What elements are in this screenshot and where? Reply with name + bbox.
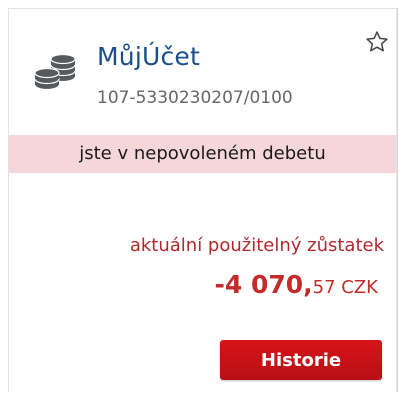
balance-currency: CZK <box>335 277 378 298</box>
balance-decimals: 57 <box>312 277 336 298</box>
account-name[interactable]: MůjÚčet <box>97 41 200 73</box>
overdraft-status-banner: jste v nepovoleném debetu <box>9 135 396 173</box>
star-outline-icon[interactable] <box>364 29 390 55</box>
account-card: MůjÚčet 107-5330230207/0100 jste v nepov… <box>8 8 397 392</box>
coins-stack-icon <box>34 53 76 91</box>
history-button[interactable]: Historie <box>220 340 382 380</box>
balance-amount: -4 070,57 CZK <box>214 269 378 304</box>
account-number: 107-5330230207/0100 <box>97 88 293 108</box>
balance-label: aktuální použitelný zůstatek <box>129 235 384 256</box>
balance-whole: -4 070, <box>214 270 313 299</box>
